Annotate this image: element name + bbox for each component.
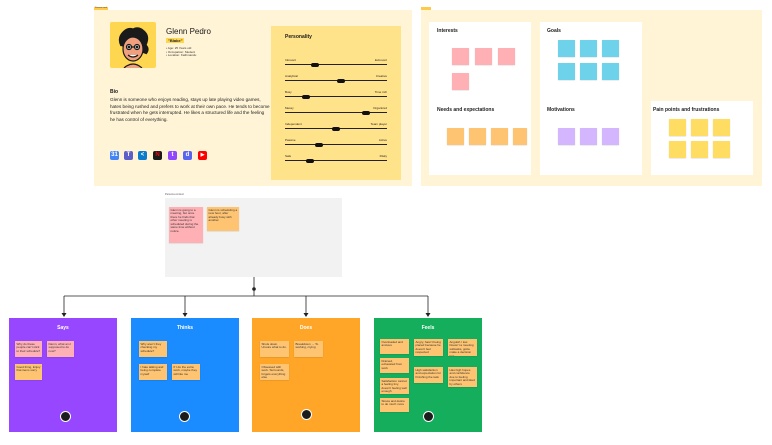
note-text: High satisfaction and expectation for Fi… — [415, 367, 442, 379]
gesture-icon — [301, 409, 312, 420]
thinks-note[interactable]: I hate talking and being complete myself — [139, 364, 167, 380]
note-text: Overloaded and anxious — [381, 339, 403, 348]
feels-note[interactable]: Angry, hasn't being placed because he do… — [414, 339, 443, 356]
thinks-title: Thinks — [176, 325, 194, 331]
note-text: Why aren't they checking my schedule? — [140, 341, 162, 353]
feels-note[interactable]: Stress and desire to do much more — [380, 398, 409, 412]
note-text: Stress and desire to do much more — [381, 398, 405, 407]
note-text: Angry, hasn't being placed because he do… — [415, 339, 441, 355]
note-text: Anguish / low. Doesn't a meeting subtask… — [449, 339, 474, 356]
note-text: Breakdown → To working, crying — [295, 341, 319, 350]
note-text: Damn, what am I supposed to do now? — [48, 341, 72, 353]
feels-note[interactable]: Overloaded and anxious — [380, 339, 409, 354]
says-lane[interactable]: Says Why do these people can't stick to … — [9, 318, 117, 432]
note-text: Satisfaction cannot a feeling tiny, does… — [381, 378, 407, 394]
heart-icon — [423, 411, 434, 422]
does-note[interactable]: Shuts down. Unsure what to do. — [260, 341, 289, 357]
feels-note[interactable]: Anguish / low. Doesn't a meeting subtask… — [448, 339, 477, 356]
note-text: Shuts down. Unsure what to do. — [261, 341, 287, 350]
feels-title: Feels — [421, 325, 435, 331]
note-text: I hate talking and being complete myself — [140, 364, 164, 376]
does-note[interactable]: Obsessed with work. Surrounds, forgets e… — [260, 364, 289, 380]
does-lane[interactable]: Does Shuts down. Unsure what to do. Brea… — [252, 318, 360, 432]
thinks-note[interactable]: Why aren't they checking my schedule? — [139, 341, 167, 357]
feels-note[interactable]: Has high hopes and confidence due to fee… — [448, 367, 477, 387]
says-note[interactable]: Damn, what am I supposed to do now? — [47, 341, 74, 357]
note-text: Good thing, Enjoy that items sorry — [16, 364, 41, 373]
note-text: Drained, exhausted from work — [381, 358, 403, 370]
speech-bubble-icon — [60, 411, 71, 422]
note-text: Why do these people can't stick to their… — [16, 341, 41, 353]
feels-note[interactable]: Drained, exhausted from work — [380, 358, 409, 373]
thinks-note[interactable]: If I do the extra work, maybe they will … — [172, 364, 200, 380]
note-text: Obsessed with work. Surrounds, forgets e… — [261, 364, 286, 380]
says-note[interactable]: Good thing, Enjoy that items sorry — [15, 364, 42, 380]
note-text: Has high hopes and confidence due to fee… — [449, 367, 475, 386]
says-title: Says — [57, 325, 69, 331]
thinking-face-icon — [179, 411, 190, 422]
thinks-lane[interactable]: Thinks Why aren't they checking my sched… — [131, 318, 239, 432]
does-note[interactable]: Breakdown → To working, crying — [294, 341, 323, 357]
feels-lane[interactable]: Feels Overloaded and anxious Angry, hasn… — [374, 318, 482, 432]
does-title: Does — [299, 325, 313, 331]
note-text: If I do the extra work, maybe they will … — [173, 364, 198, 376]
says-note[interactable]: Why do these people can't stick to their… — [15, 341, 42, 357]
feels-note[interactable]: Satisfaction cannot a feeling tiny, does… — [380, 378, 409, 394]
feels-note[interactable]: High satisfaction and expectation for Fi… — [414, 367, 443, 383]
